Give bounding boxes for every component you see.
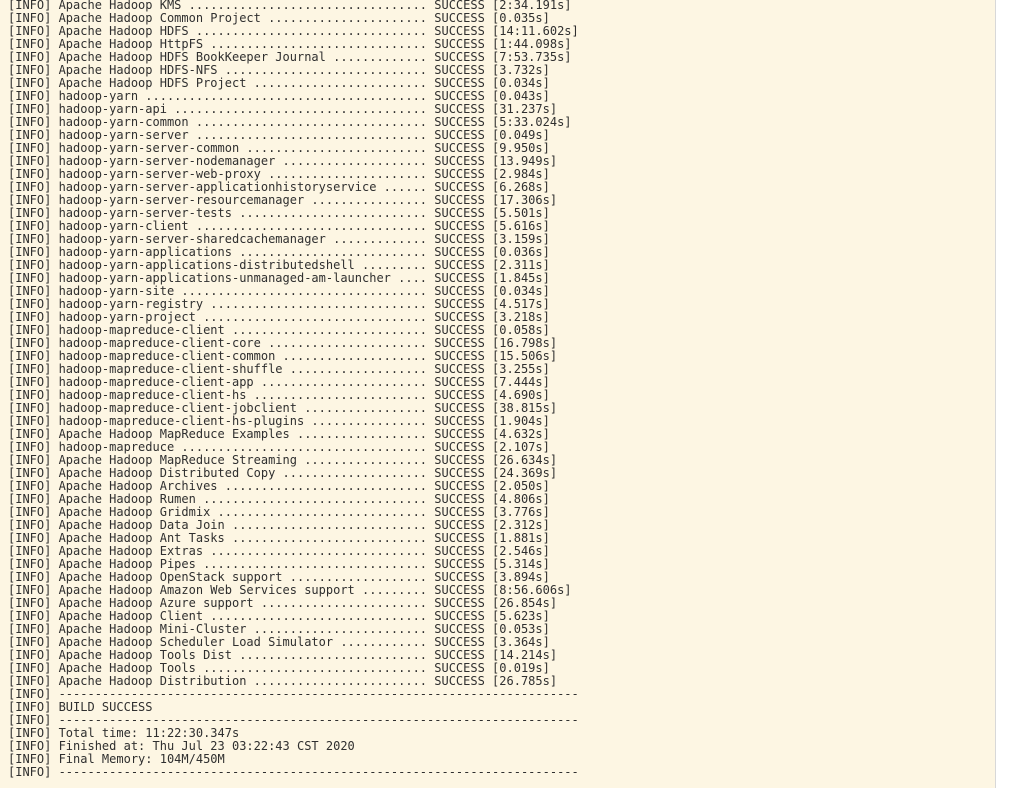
log-line: [INFO] ---------------------------------…	[8, 765, 579, 779]
vertical-scrollbar[interactable]	[995, 0, 1004, 788]
terminal-window[interactable]: [INFO] Apache Hadoop KMS ...............…	[0, 0, 1004, 788]
build-log: [INFO] Apache Hadoop KMS ...............…	[8, 0, 579, 779]
